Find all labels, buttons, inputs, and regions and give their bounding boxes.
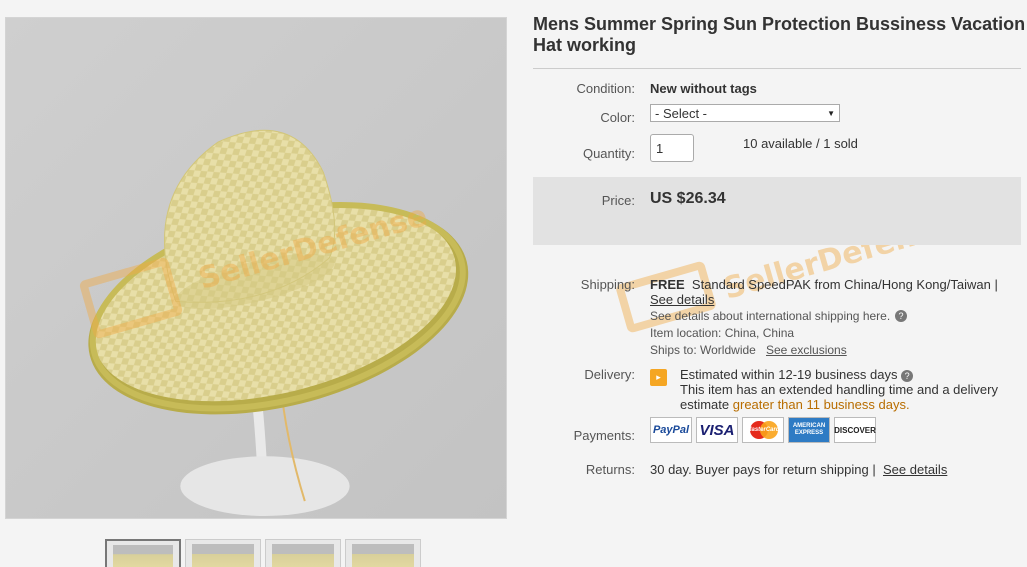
delivery-handling-highlight: greater than 11 business days. xyxy=(732,397,910,412)
delivery-handling-1: This item has an extended handling time … xyxy=(680,382,998,397)
flag-icon: ▸ xyxy=(650,369,667,386)
title-divider xyxy=(533,68,1021,69)
color-label: Color: xyxy=(600,110,635,125)
info-icon[interactable]: ? xyxy=(901,369,914,382)
delivery-estimate: Estimated within 12-19 business days xyxy=(680,367,898,382)
see-exclusions-link[interactable]: See exclusions xyxy=(766,343,847,357)
price-box xyxy=(533,177,1021,245)
availability-text: 10 available / 1 sold xyxy=(743,136,858,151)
chevron-down-icon: ▼ xyxy=(827,108,835,118)
discover-logo-icon: DISCOVER xyxy=(834,417,876,443)
condition-label: Condition: xyxy=(576,81,635,96)
mastercard-logo-icon: MasterCard xyxy=(742,417,784,443)
straw-hat-image xyxy=(6,18,506,518)
returns-text: 30 day. Buyer pays for return shipping | xyxy=(650,462,876,477)
visa-logo-icon: VISA xyxy=(696,417,738,443)
thumbnail-2[interactable] xyxy=(185,539,261,567)
delivery-label: Delivery: xyxy=(584,367,635,382)
ships-to: Ships to: Worldwide xyxy=(650,343,756,357)
listing-title: Mens Summer Spring Sun Protection Bussin… xyxy=(533,14,1026,55)
amex-logo-icon: AMERICAN EXPRESS xyxy=(788,417,830,443)
color-select[interactable]: - Select - ▼ xyxy=(650,104,840,122)
payment-logos: PayPal VISA MasterCard AMERICAN EXPRESS … xyxy=(650,417,876,443)
shipping-see-details-link[interactable]: See details xyxy=(650,292,714,307)
shipping-label: Shipping: xyxy=(580,277,635,292)
thumbnail-strip xyxy=(105,539,421,567)
delivery-handling-2-prefix: estimate xyxy=(680,397,730,412)
quantity-input[interactable]: 1 xyxy=(650,134,694,162)
info-icon[interactable]: ? xyxy=(895,310,907,322)
price-value: US $26.34 xyxy=(650,190,726,207)
main-product-image[interactable] xyxy=(5,17,507,519)
condition-value: New without tags xyxy=(650,81,757,96)
paypal-logo-icon: PayPal xyxy=(650,417,692,443)
returns-see-details-link[interactable]: See details xyxy=(883,462,947,477)
payments-label: Payments: xyxy=(573,428,635,443)
item-location: Item location: China, China xyxy=(650,326,795,340)
thumbnail-1[interactable] xyxy=(105,539,181,567)
shipping-intl-note[interactable]: See details about international shipping… xyxy=(650,309,890,323)
color-select-value: - Select - xyxy=(655,105,708,121)
thumbnail-3[interactable] xyxy=(265,539,341,567)
returns-label: Returns: xyxy=(585,462,635,477)
shipping-free: FREE xyxy=(650,277,685,292)
shipping-service: Standard SpeedPAK from China/Hong Kong/T… xyxy=(691,277,998,292)
thumbnail-4[interactable] xyxy=(345,539,421,567)
quantity-label: Quantity: xyxy=(582,146,635,161)
price-label: Price: xyxy=(601,193,635,208)
